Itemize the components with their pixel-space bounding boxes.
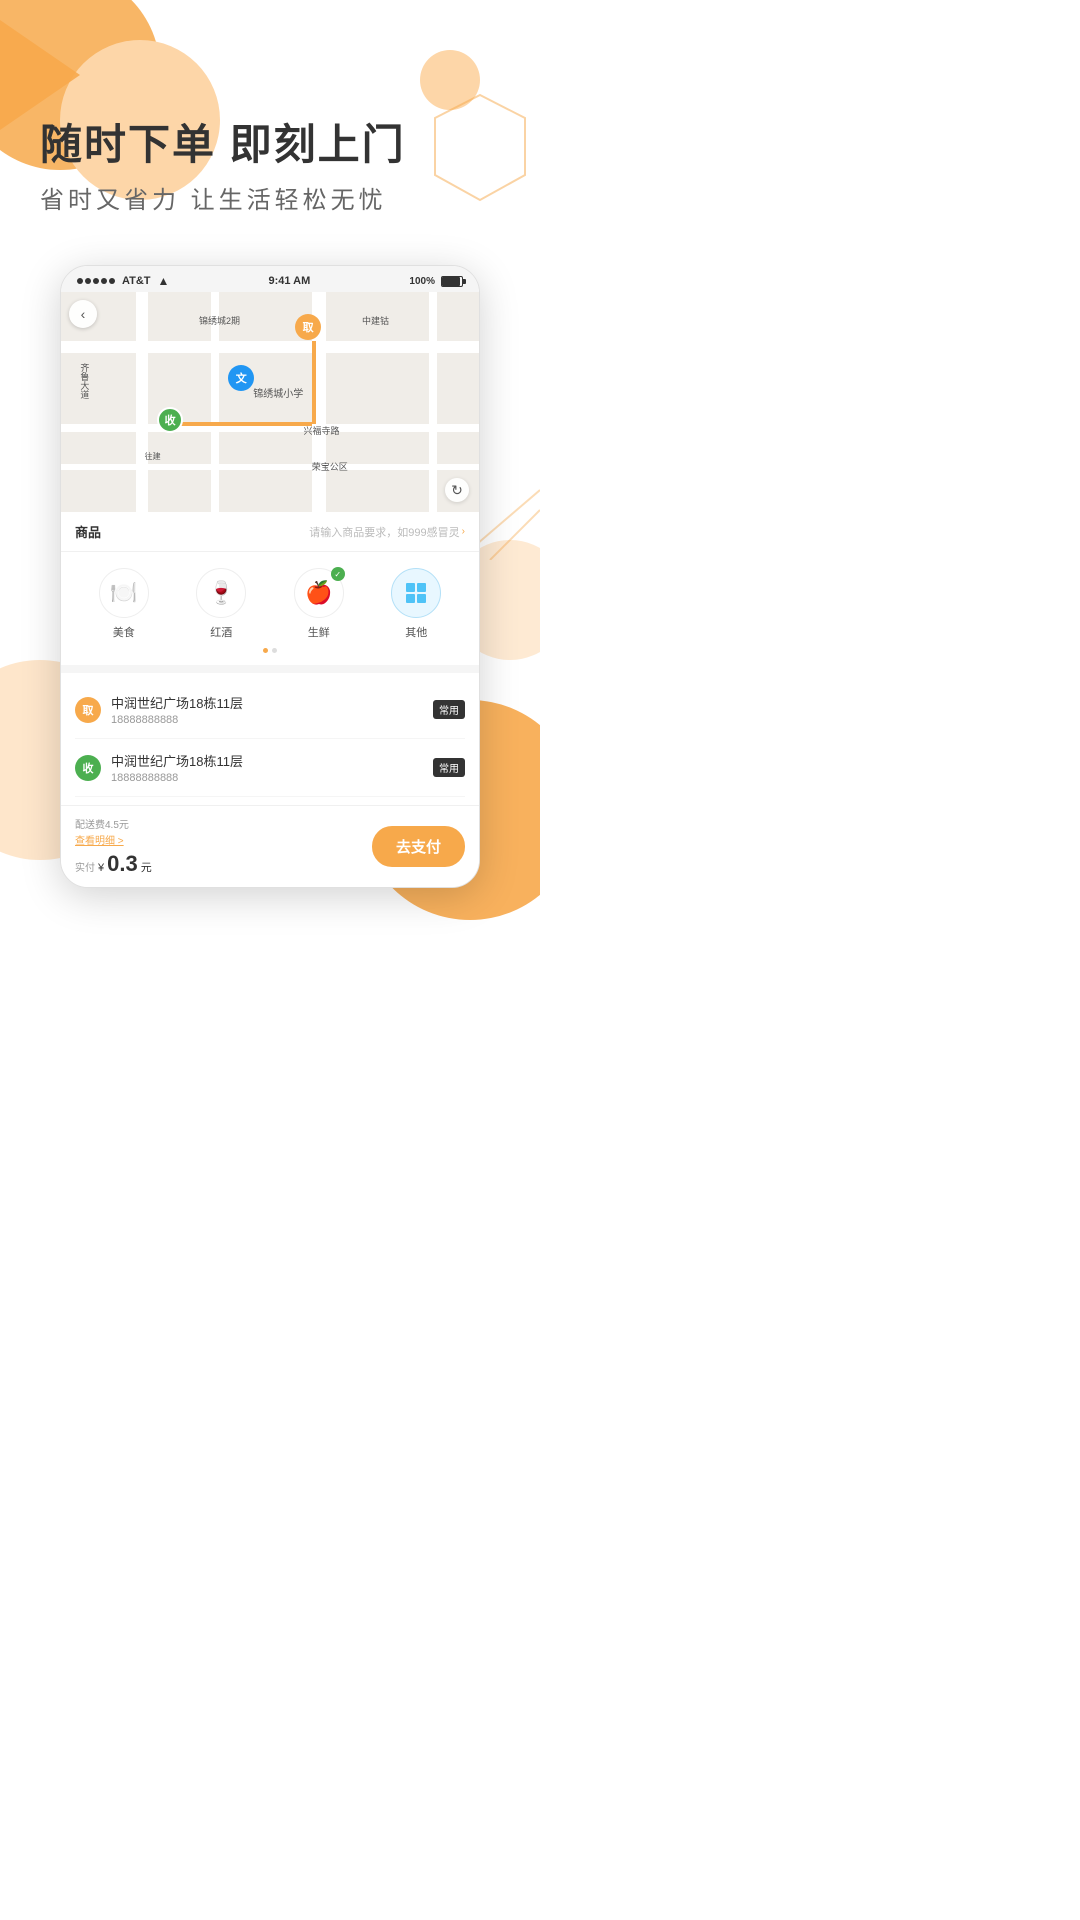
pickup-address-name: 中润世纪广场18栋11层: [111, 693, 423, 712]
map-area: 锦绣城2期 中建钴 齐鲁大道 锦绣城小学 兴福寺路 荣宝公区 往建 取 收 文 …: [61, 292, 479, 512]
phone-mockup-wrapper: AT&T ▲ 9:41 AM 100%: [20, 265, 520, 888]
goods-row: 商品 请输入商品要求，如999感冒灵 ›: [75, 522, 465, 541]
goods-hint[interactable]: 请输入商品要求，如999感冒灵 ›: [309, 524, 465, 540]
map-label-jinxiu2: 锦绣城2期: [199, 314, 240, 327]
signal-dot-3: [93, 278, 99, 284]
signal-dot-5: [109, 278, 115, 284]
address-section: 取 中润世纪广场18栋11层 18888888888 常用 收 中润世纪广场18…: [61, 681, 479, 797]
fee-row-detail[interactable]: 查看明细 >: [75, 831, 372, 849]
battery-bar: [441, 276, 463, 287]
status-right: 100%: [409, 276, 463, 287]
page-content: 随时下单 即刻上门 省时又省力 让生活轻松无忧 AT&T ▲: [0, 0, 540, 888]
map-label-wangjian: 往建: [145, 451, 161, 462]
cat-dot-2: [272, 648, 277, 653]
fee-row-top: 配送费4.5元: [75, 816, 372, 831]
map-route-v: [312, 341, 316, 425]
pickup-pin-label: 取: [83, 702, 94, 718]
address-item-pickup[interactable]: 取 中润世纪广场18栋11层 18888888888 常用: [75, 681, 465, 739]
map-label-zhongjian: 中建钴: [362, 314, 389, 327]
food-icon: 🍽️: [110, 580, 137, 606]
actual-pay-label: 实付: [75, 859, 95, 874]
category-item-wine[interactable]: 🍷 红酒: [196, 568, 246, 640]
pickup-address-tag: 常用: [433, 700, 465, 719]
fresh-icon: 🍎: [305, 580, 332, 606]
address-pin-dropoff: 收: [75, 755, 101, 781]
map-pin-school: 文: [228, 365, 254, 391]
category-label-food: 美食: [113, 624, 135, 640]
dropoff-pin-label: 收: [83, 760, 94, 776]
status-left: AT&T ▲: [77, 274, 169, 288]
signal-dots: [77, 278, 115, 284]
dropoff-address-name: 中润世纪广场18栋11层: [111, 751, 423, 770]
signal-dot-1: [77, 278, 83, 284]
category-check-icon: ✓: [331, 567, 345, 581]
status-bar: AT&T ▲ 9:41 AM 100%: [61, 266, 479, 292]
goods-label: 商品: [75, 522, 101, 541]
category-icon-wine: 🍷: [196, 568, 246, 618]
map-label-xingfu: 兴福寺路: [303, 424, 339, 437]
currency-symbol: ¥: [98, 862, 104, 874]
map-route-h: [174, 422, 312, 426]
category-icon-other: [391, 568, 441, 618]
category-label-fresh: 生鲜: [308, 624, 330, 640]
status-time: 9:41 AM: [269, 275, 311, 287]
map-label-qilu: 齐鲁大道: [78, 363, 90, 399]
price-unit: 元: [141, 859, 152, 875]
goods-hint-text: 请输入商品要求，如999感冒灵: [309, 524, 459, 540]
category-icon-food: 🍽️: [99, 568, 149, 618]
category-section: 🍽️ 美食 🍷 红酒 🍎: [61, 552, 479, 673]
map-label-rongbao: 荣宝公区: [312, 460, 348, 473]
category-label-other: 其他: [405, 624, 427, 640]
category-label-wine: 红酒: [210, 624, 232, 640]
map-road-horizontal-3: [61, 464, 479, 470]
category-item-food[interactable]: 🍽️ 美食: [99, 568, 149, 640]
map-back-button[interactable]: ‹: [69, 300, 97, 328]
battery-fill: [442, 277, 460, 286]
cat-dot-1: [263, 648, 268, 653]
hero-section: 随时下单 即刻上门 省时又省力 让生活轻松无忧: [0, 0, 540, 245]
pickup-phone: 18888888888: [111, 714, 423, 726]
category-item-other[interactable]: 其他: [391, 568, 441, 640]
bottom-fee-section: 配送费4.5元 查看明细 > 实付 ¥ 0.3 元: [75, 816, 372, 877]
category-icon-fresh: 🍎 ✓: [294, 568, 344, 618]
category-dots-indicator: [75, 648, 465, 653]
signal-dot-4: [101, 278, 107, 284]
view-detail-link[interactable]: 查看明细 >: [75, 836, 124, 847]
dropoff-phone: 18888888888: [111, 772, 423, 784]
phone-mockup: AT&T ▲ 9:41 AM 100%: [60, 265, 480, 888]
address-item-dropoff[interactable]: 收 中润世纪广场18栋11层 18888888888 常用: [75, 739, 465, 797]
carrier-label: AT&T: [122, 275, 151, 287]
price-amount: 0.3: [107, 851, 138, 877]
battery-tip: [463, 279, 466, 284]
goods-hint-arrow-icon: ›: [462, 526, 465, 537]
wine-icon: 🍷: [208, 580, 235, 606]
battery-percent: 100%: [409, 276, 435, 287]
address-pin-pickup: 取: [75, 697, 101, 723]
actual-price-row: 实付 ¥ 0.3 元: [75, 851, 372, 877]
map-road-horizontal-1: [61, 341, 479, 353]
signal-dot-2: [85, 278, 91, 284]
pay-button[interactable]: 去支付: [372, 826, 465, 867]
map-background: 锦绣城2期 中建钴 齐鲁大道 锦绣城小学 兴福寺路 荣宝公区 往建 取 收 文 …: [61, 292, 479, 512]
address-info-pickup: 中润世纪广场18栋11层 18888888888: [111, 693, 423, 726]
map-label-school: 锦绣城小学: [253, 385, 303, 400]
map-refresh-button[interactable]: ↻: [445, 478, 469, 502]
bottom-bar: 配送费4.5元 查看明细 > 实付 ¥ 0.3 元 去支付: [61, 805, 479, 887]
dropoff-address-tag: 常用: [433, 758, 465, 777]
goods-section: 商品 请输入商品要求，如999感冒灵 ›: [61, 512, 479, 552]
hero-subtitle: 省时又省力 让生活轻松无忧: [40, 180, 500, 215]
wifi-icon: ▲: [158, 274, 170, 288]
delivery-fee-label: 配送费4.5元: [75, 816, 129, 831]
map-road-vertical-1: [136, 292, 148, 512]
other-grid-icon: [404, 581, 428, 605]
hero-title: 随时下单 即刻上门: [40, 120, 500, 170]
address-info-dropoff: 中润世纪广场18栋11层 18888888888: [111, 751, 423, 784]
category-item-fresh[interactable]: 🍎 ✓ 生鲜: [294, 568, 344, 640]
category-row: 🍽️ 美食 🍷 红酒 🍎: [75, 568, 465, 640]
map-pin-dropoff: 收: [157, 407, 183, 433]
map-road-vertical-4: [429, 292, 437, 512]
